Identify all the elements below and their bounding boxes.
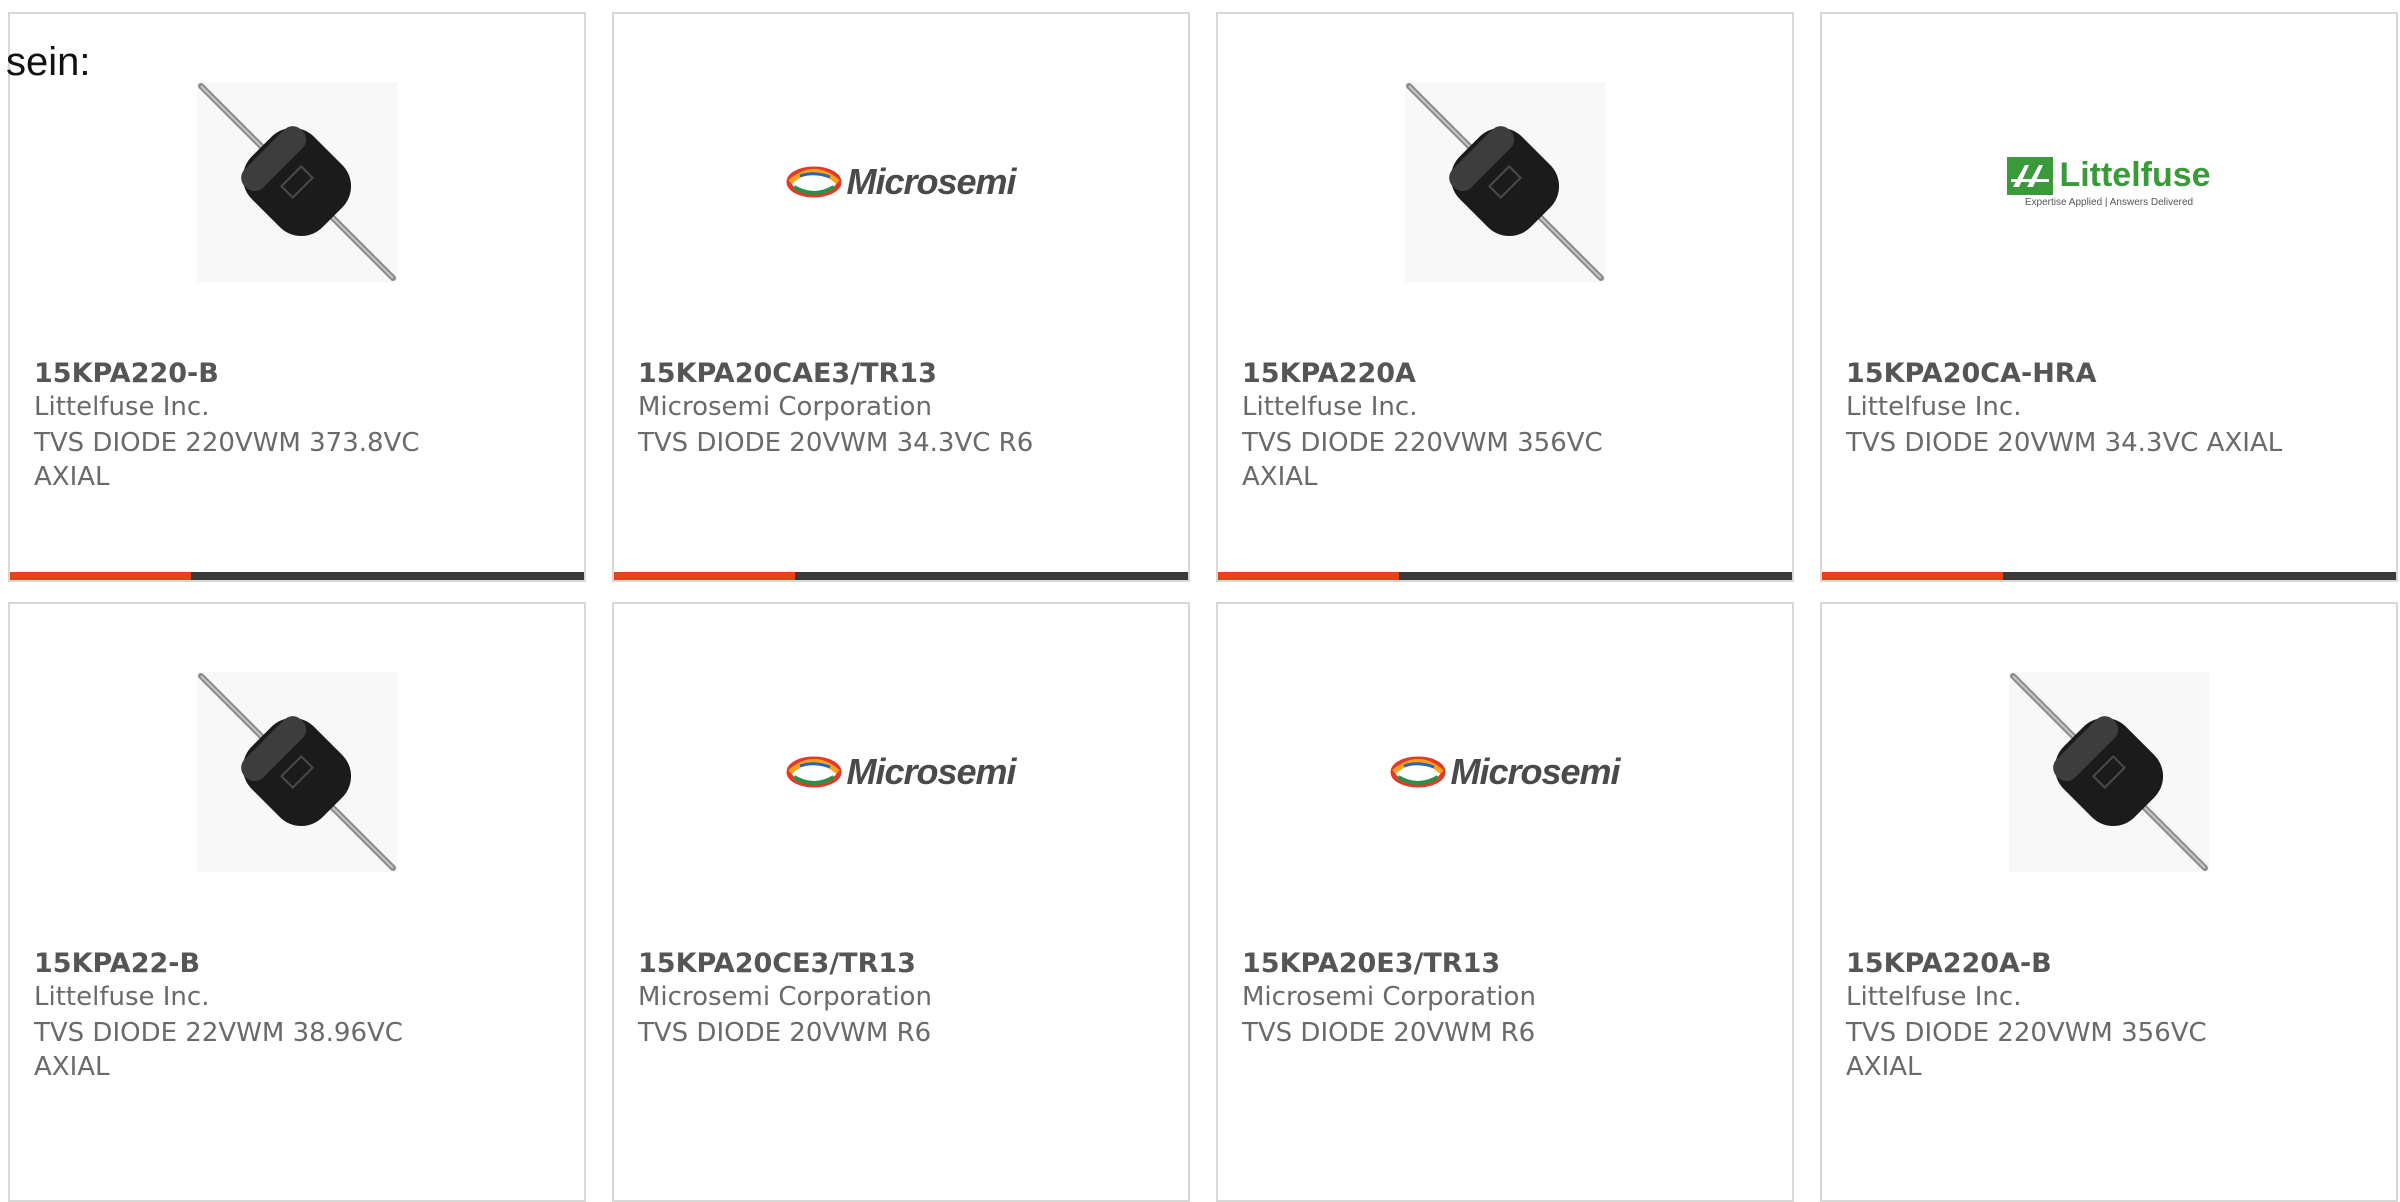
diode-photo [197, 82, 397, 282]
product-image[interactable]: Microsemi [1218, 604, 1792, 934]
product-description: TVS DIODE 20VWM 34.3VC R6 [638, 428, 1034, 458]
product-description: TVS DIODE 20VWM 34.3VC AXIAL [1846, 428, 2283, 458]
product-title[interactable]: 15KPA220-B [34, 358, 219, 389]
card-bottom-bar [614, 572, 1188, 580]
card-bottom-bar [10, 572, 584, 580]
microsemi-swirl-icon [786, 166, 842, 198]
product-description: TVS DIODE 22VWM 38.96VC AXIAL [34, 1018, 403, 1082]
product-title[interactable]: 15KPA20CE3/TR13 [638, 948, 916, 979]
product-card[interactable]: Littelfuse Expertise Applied | Answers D… [1820, 12, 2398, 582]
product-card[interactable]: 15KPA220-B Littelfuse Inc. TVS DIODE 220… [8, 12, 586, 582]
card-bar-accent [1218, 572, 1399, 580]
littelfuse-logo: Littelfuse Expertise Applied | Answers D… [1822, 142, 2396, 222]
product-image[interactable] [1822, 604, 2396, 934]
product-manufacturer: Littelfuse Inc. [34, 982, 210, 1012]
intro-text: sein: [6, 40, 91, 84]
product-title[interactable]: 15KPA20CAE3/TR13 [638, 358, 937, 389]
product-image[interactable]: Microsemi [614, 604, 1188, 934]
product-manufacturer: Littelfuse Inc. [1846, 392, 2022, 422]
product-description: TVS DIODE 220VWM 356VC AXIAL [1846, 1018, 2207, 1082]
microsemi-swirl-icon [786, 756, 842, 788]
product-manufacturer: Littelfuse Inc. [1846, 982, 2022, 1012]
diode-photo [197, 672, 397, 872]
card-bottom-bar [1822, 572, 2396, 580]
diode-photo [1405, 82, 1605, 282]
card-bottom-bar [1218, 572, 1792, 580]
product-card[interactable]: Microsemi 15KPA20E3/TR13 Microsemi Corpo… [1216, 602, 1794, 1202]
product-manufacturer: Microsemi Corporation [638, 982, 932, 1012]
product-image[interactable] [1218, 14, 1792, 344]
microsemi-logo: Microsemi [614, 142, 1188, 222]
product-description: TVS DIODE 220VWM 356VC AXIAL [1242, 428, 1603, 492]
product-title[interactable]: 15KPA22-B [34, 948, 200, 979]
product-title[interactable]: 15KPA20CA-HRA [1846, 358, 2096, 389]
product-card[interactable]: 15KPA22-B Littelfuse Inc. TVS DIODE 22VW… [8, 602, 586, 1202]
product-image[interactable]: Microsemi [614, 14, 1188, 344]
product-manufacturer: Littelfuse Inc. [34, 392, 210, 422]
product-title[interactable]: 15KPA220A-B [1846, 948, 2052, 979]
microsemi-logo: Microsemi [614, 732, 1188, 812]
microsemi-swirl-icon [1390, 756, 1446, 788]
product-manufacturer: Microsemi Corporation [1242, 982, 1536, 1012]
product-card[interactable]: Microsemi 15KPA20CE3/TR13 Microsemi Corp… [612, 602, 1190, 1202]
product-image[interactable] [10, 14, 584, 344]
card-bar-accent [10, 572, 191, 580]
product-manufacturer: Littelfuse Inc. [1242, 392, 1418, 422]
product-description: TVS DIODE 220VWM 373.8VC AXIAL [34, 428, 420, 492]
product-description: TVS DIODE 20VWM R6 [1242, 1018, 1536, 1048]
product-image[interactable]: Littelfuse Expertise Applied | Answers D… [1822, 14, 2396, 344]
product-card[interactable]: 15KPA220A-B Littelfuse Inc. TVS DIODE 22… [1820, 602, 2398, 1202]
diode-photo [2009, 672, 2209, 872]
card-bar-accent [614, 572, 795, 580]
product-card[interactable]: 15KPA220A Littelfuse Inc. TVS DIODE 220V… [1216, 12, 1794, 582]
product-description: TVS DIODE 20VWM R6 [638, 1018, 932, 1048]
microsemi-logo: Microsemi [1218, 732, 1792, 812]
product-manufacturer: Microsemi Corporation [638, 392, 932, 422]
card-bar-accent [1822, 572, 2003, 580]
product-title[interactable]: 15KPA220A [1242, 358, 1416, 389]
littelfuse-mark-icon [2007, 156, 2054, 195]
product-image[interactable] [10, 604, 584, 934]
product-card[interactable]: Microsemi 15KPA20CAE3/TR13 Microsemi Cor… [612, 12, 1190, 582]
product-title[interactable]: 15KPA20E3/TR13 [1242, 948, 1500, 979]
